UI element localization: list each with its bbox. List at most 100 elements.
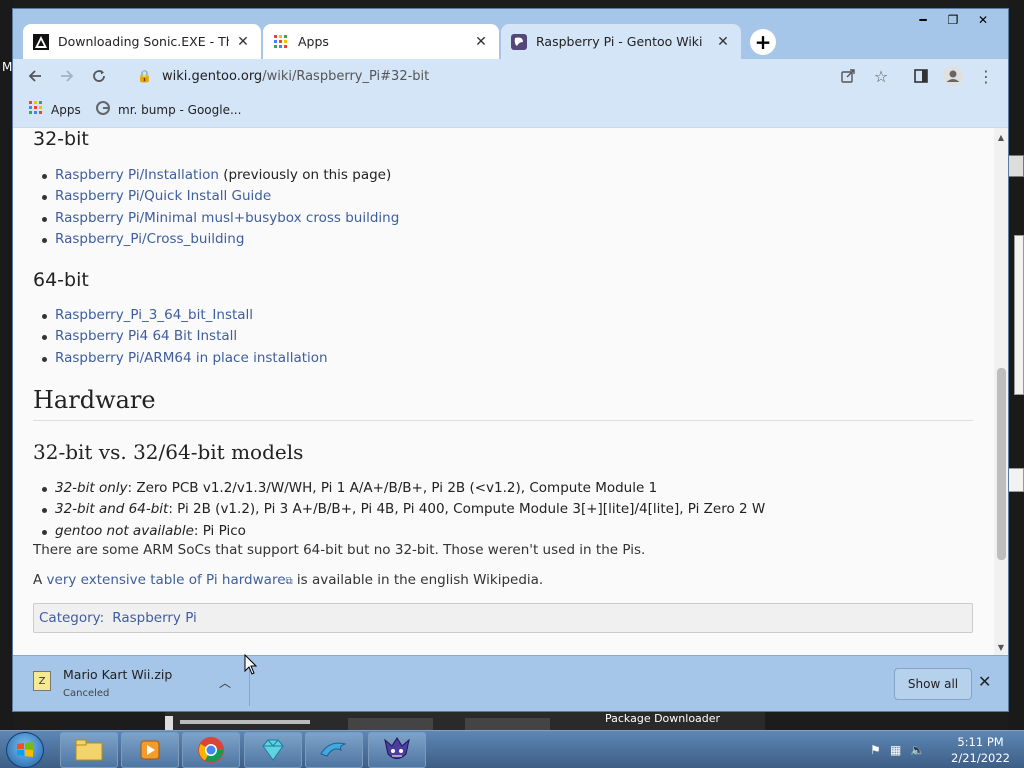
share-icon[interactable] bbox=[836, 64, 860, 88]
show-all-button[interactable]: Show all bbox=[894, 668, 972, 700]
url-host: wiki.gentoo.org bbox=[161, 68, 263, 84]
vertical-scrollbar[interactable]: ▲ ▼ bbox=[994, 128, 1008, 655]
chevron-up-icon[interactable]: ︿ bbox=[219, 674, 231, 691]
wiki-link[interactable]: Raspberry Pi/Minimal musl+busybox cross … bbox=[55, 210, 399, 226]
list-item: Raspberry_Pi/Cross_building bbox=[41, 229, 399, 250]
bookmark-label: mr. bump - Google... bbox=[118, 102, 242, 117]
windows-logo-icon bbox=[17, 742, 33, 757]
list-item: Raspberry Pi/ARM64 in place installation bbox=[42, 348, 328, 369]
dolphin-icon bbox=[320, 742, 347, 757]
taskbar-dolphin[interactable] bbox=[305, 732, 363, 768]
page-content: 32-bit Raspberry Pi/Installation (previo… bbox=[13, 127, 1008, 655]
heading-models: 32-bit vs. 32/64-bit models bbox=[33, 440, 304, 464]
close-icon[interactable]: ✕ bbox=[715, 34, 731, 50]
browser-window: Downloading Sonic.EXE - The Ga ✕ Apps ✕ … bbox=[12, 8, 1009, 712]
minimize-icon[interactable]: ━ bbox=[908, 11, 938, 29]
close-window-icon[interactable]: ✕ bbox=[968, 11, 998, 29]
heading-hardware: Hardware bbox=[33, 386, 156, 414]
new-tab-button[interactable]: + bbox=[750, 29, 776, 55]
paragraph-text: is available in the english Wikipedia. bbox=[292, 572, 544, 588]
bookmark-google[interactable]: mr. bump - Google... bbox=[96, 101, 241, 118]
bookmark-star-icon[interactable]: ☆ bbox=[869, 64, 893, 88]
taskbar-chrome[interactable] bbox=[182, 732, 240, 768]
scroll-down-arrow-icon[interactable]: ▼ bbox=[994, 640, 1008, 654]
wiki-link[interactable]: Raspberry Pi/ARM64 in place installation bbox=[55, 350, 328, 366]
taskbar-gem-app[interactable] bbox=[244, 732, 302, 768]
menu-kebab-icon[interactable]: ⋮ bbox=[974, 64, 998, 88]
address-bar[interactable]: 🔒 wiki.gentoo.org/wiki/Raspberry_Pi#32-b… bbox=[123, 62, 883, 90]
list-item: 32-bit only: Zero PCB v1.2/v1.3/W/WH, Pi… bbox=[41, 478, 765, 499]
maximize-icon[interactable]: ❐ bbox=[938, 11, 968, 29]
category-box: Category: Raspberry Pi bbox=[33, 603, 973, 633]
tab-strip: Downloading Sonic.EXE - The Ga ✕ Apps ✕ … bbox=[13, 9, 1008, 59]
desktop-right-edge bbox=[1008, 0, 1024, 730]
back-arrow-icon[interactable] bbox=[23, 64, 47, 88]
wikipedia-table-link[interactable]: very extensive table of Pi hardware bbox=[47, 572, 286, 588]
bookmarks-bar: Apps mr. bump - Google... bbox=[13, 93, 1008, 127]
background-button bbox=[348, 718, 433, 730]
clock[interactable]: 5:11 PM 2/21/2022 bbox=[951, 734, 1010, 766]
list-models: 32-bit only: Zero PCB v1.2/v1.3/W/WH, Pi… bbox=[41, 478, 765, 542]
tab-title: Apps bbox=[298, 34, 329, 49]
lock-icon[interactable]: 🔒 bbox=[137, 69, 152, 83]
list-item: gentoo not available: Pi Pico bbox=[41, 521, 765, 542]
scrollbar-thumb[interactable] bbox=[997, 368, 1006, 560]
download-item[interactable]: Z Mario Kart Wii.zip Canceled ︿ bbox=[33, 666, 248, 704]
category-label[interactable]: Category: bbox=[39, 610, 104, 626]
heading-32bit: 32-bit bbox=[33, 128, 89, 150]
close-icon[interactable]: ✕ bbox=[235, 34, 251, 50]
model-category: 32-bit and 64-bit bbox=[55, 501, 169, 518]
wiki-link[interactable]: Raspberry Pi/Quick Install Guide bbox=[55, 188, 271, 204]
section-divider bbox=[33, 420, 973, 421]
tab-apps[interactable]: Apps ✕ bbox=[263, 24, 499, 59]
model-list: : Pi Pico bbox=[193, 522, 246, 539]
volume-icon[interactable]: 🔈 bbox=[910, 743, 925, 757]
tab-sonic[interactable]: Downloading Sonic.EXE - The Ga ✕ bbox=[23, 24, 261, 59]
scroll-up-arrow-icon[interactable]: ▲ bbox=[994, 130, 1008, 144]
url-path: /wiki/Raspberry_Pi#32-bit bbox=[262, 68, 430, 84]
apps-grid-icon bbox=[273, 34, 289, 50]
list-64bit: Raspberry_Pi_3_64_bit_Install Raspberry … bbox=[42, 305, 328, 369]
wiki-link[interactable]: Raspberry Pi4 64 Bit Install bbox=[55, 328, 237, 344]
sonic-game-icon bbox=[33, 33, 49, 50]
close-icon[interactable]: ✕ bbox=[978, 672, 991, 691]
start-button[interactable] bbox=[6, 732, 44, 768]
apps-grid-icon bbox=[29, 101, 43, 118]
forward-arrow-icon[interactable] bbox=[55, 64, 79, 88]
flag-warning-icon[interactable]: ⚑ bbox=[870, 743, 884, 757]
list-item-text: (previously on this page) bbox=[218, 167, 392, 183]
folder-icon bbox=[75, 739, 103, 761]
wiki-link[interactable]: Raspberry Pi/Installation bbox=[55, 167, 219, 183]
heading-64bit: 64-bit bbox=[33, 269, 89, 291]
taskbar-media-player[interactable] bbox=[121, 732, 179, 768]
profile-avatar-icon[interactable] bbox=[941, 64, 965, 88]
package-downloader-title[interactable]: Package Downloader bbox=[605, 712, 720, 725]
mouse-cursor-icon bbox=[244, 654, 258, 675]
taskbar-sonic-exe[interactable] bbox=[368, 732, 426, 768]
background-window-strip: Package Downloader bbox=[165, 712, 765, 730]
taskbar: ⚑ ▦ 🔈 5:11 PM 2/21/2022 bbox=[0, 730, 1024, 768]
tab-gentoo-wiki[interactable]: Raspberry Pi - Gentoo Wiki ✕ bbox=[501, 24, 741, 59]
chrome-icon bbox=[198, 737, 224, 763]
network-icon[interactable]: ▦ bbox=[890, 743, 904, 757]
list-item: Raspberry Pi4 64 Bit Install bbox=[42, 326, 328, 347]
model-list: : Zero PCB v1.2/v1.3/W/WH, Pi 1 A/A+/B/B… bbox=[127, 480, 658, 496]
clock-date: 2/21/2022 bbox=[951, 751, 1010, 765]
category-link[interactable]: Raspberry Pi bbox=[112, 610, 197, 626]
side-panel-icon[interactable] bbox=[909, 64, 933, 88]
background-window-fragment bbox=[1008, 468, 1024, 492]
taskbar-explorer[interactable] bbox=[60, 732, 118, 768]
wiki-link[interactable]: Raspberry_Pi/Cross_building bbox=[55, 231, 244, 247]
external-link-icon: ⧉ bbox=[285, 576, 293, 587]
bookmark-apps[interactable]: Apps bbox=[29, 101, 81, 118]
reload-icon[interactable] bbox=[87, 64, 111, 88]
list-item: Raspberry Pi/Minimal musl+busybox cross … bbox=[41, 208, 399, 229]
tab-title: Raspberry Pi - Gentoo Wiki bbox=[536, 34, 703, 49]
zip-file-icon: Z bbox=[33, 671, 51, 691]
google-icon bbox=[96, 101, 110, 118]
close-icon[interactable]: ✕ bbox=[473, 34, 489, 50]
background-bar bbox=[165, 716, 173, 730]
background-button bbox=[465, 718, 550, 730]
soc-paragraph: There are some ARM SoCs that support 64-… bbox=[33, 542, 646, 558]
wiki-link[interactable]: Raspberry_Pi_3_64_bit_Install bbox=[55, 307, 253, 323]
